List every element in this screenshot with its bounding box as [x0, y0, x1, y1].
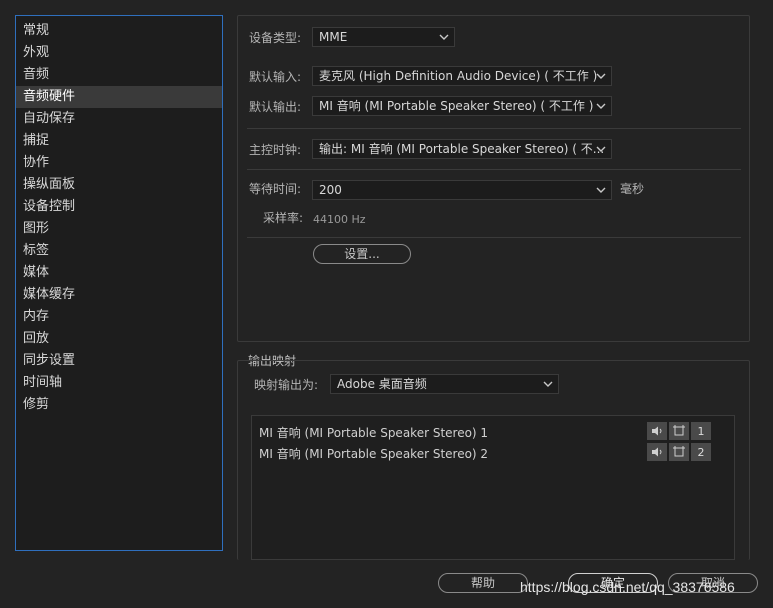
chevron-down-icon — [596, 187, 606, 193]
channel-target-icon[interactable] — [669, 422, 689, 440]
sidebar-item[interactable]: 捕捉 — [16, 130, 222, 152]
sidebar-item[interactable]: 常规 — [16, 20, 222, 42]
sidebar-item[interactable]: 回放 — [16, 328, 222, 350]
chevron-down-icon — [439, 34, 449, 40]
sample-rate-label: 采样率: — [263, 211, 304, 225]
speaker-icon[interactable] — [647, 443, 667, 461]
device-type-label: 设备类型: — [249, 31, 302, 45]
master-clock-value: 输出: MI 音响 (MI Portable Speaker Stereo) (… — [319, 142, 605, 156]
sidebar-item[interactable]: 标签 — [16, 240, 222, 262]
sample-rate-value: 44100 Hz — [313, 213, 366, 226]
channel-row: MI 音响 (MI Portable Speaker Stereo) 2 2 — [252, 443, 734, 463]
channel-number: 2 — [691, 443, 711, 461]
help-button[interactable]: 帮助 — [438, 573, 528, 593]
divider — [247, 128, 741, 129]
map-output-label: 映射输出为: — [254, 378, 319, 392]
divider — [247, 237, 741, 238]
channel-name: MI 音响 (MI Portable Speaker Stereo) 1 — [259, 426, 489, 440]
latency-unit: 毫秒 — [620, 182, 645, 196]
sidebar-item[interactable]: 音频硬件 — [16, 86, 222, 108]
audio-hardware-panel — [237, 15, 750, 342]
sidebar-item[interactable]: 图形 — [16, 218, 222, 240]
master-clock-dropdown[interactable]: 输出: MI 音响 (MI Portable Speaker Stereo) (… — [312, 139, 612, 159]
channel-name: MI 音响 (MI Portable Speaker Stereo) 2 — [259, 447, 489, 461]
latency-value: 200 — [319, 183, 342, 197]
map-output-dropdown[interactable]: Adobe 桌面音频 — [330, 374, 559, 394]
sidebar-item[interactable]: 修剪 — [16, 394, 222, 416]
default-input-dropdown[interactable]: 麦克风 (High Definition Audio Device) ( 不工作… — [312, 66, 612, 86]
channel-row: MI 音响 (MI Portable Speaker Stereo) 1 1 — [252, 422, 734, 442]
sidebar-item[interactable]: 时间轴 — [16, 372, 222, 394]
default-input-label: 默认输入: — [249, 70, 302, 84]
chevron-down-icon — [596, 73, 606, 79]
default-output-value: MI 音响 (MI Portable Speaker Stereo) ( 不工作… — [319, 99, 594, 113]
default-input-value: 麦克风 (High Definition Audio Device) ( 不工作… — [319, 69, 598, 83]
channel-map-list: MI 音响 (MI Portable Speaker Stereo) 1 1 MI … — [251, 415, 735, 560]
channel-target-icon[interactable] — [669, 443, 689, 461]
default-output-label: 默认输出: — [249, 100, 302, 114]
latency-label: 等待时间: — [249, 182, 302, 196]
divider — [247, 169, 741, 170]
device-type-value: MME — [319, 30, 348, 44]
default-output-dropdown[interactable]: MI 音响 (MI Portable Speaker Stereo) ( 不工作… — [312, 96, 612, 116]
sidebar-item[interactable]: 媒体 — [16, 262, 222, 284]
sidebar-item[interactable]: 协作 — [16, 152, 222, 174]
latency-dropdown[interactable]: 200 — [312, 180, 612, 200]
preferences-sidebar: 常规 外观 音频 音频硬件 自动保存 捕捉 协作 操纵面板 设备控制 图形 标签 媒体 媒体缓存 内存 回放… — [15, 15, 223, 551]
speaker-icon[interactable] — [647, 422, 667, 440]
sidebar-item[interactable]: 内存 — [16, 306, 222, 328]
chevron-down-icon — [596, 103, 606, 109]
master-clock-label: 主控时钟: — [249, 143, 302, 157]
sidebar-item[interactable]: 操纵面板 — [16, 174, 222, 196]
settings-button[interactable]: 设置... — [313, 244, 411, 264]
device-type-dropdown[interactable]: MME — [312, 27, 455, 47]
map-output-value: Adobe 桌面音频 — [337, 377, 427, 391]
sidebar-item[interactable]: 媒体缓存 — [16, 284, 222, 306]
chevron-down-icon — [596, 146, 606, 152]
watermark-text: https://blog.csdn.net/qq_38376586 — [520, 579, 735, 595]
chevron-down-icon — [543, 381, 553, 387]
channel-number: 1 — [691, 422, 711, 440]
sidebar-item[interactable]: 外观 — [16, 42, 222, 64]
sidebar-item[interactable]: 自动保存 — [16, 108, 222, 130]
sidebar-item[interactable]: 同步设置 — [16, 350, 222, 372]
sidebar-item[interactable]: 设备控制 — [16, 196, 222, 218]
sidebar-item[interactable]: 音频 — [16, 64, 222, 86]
